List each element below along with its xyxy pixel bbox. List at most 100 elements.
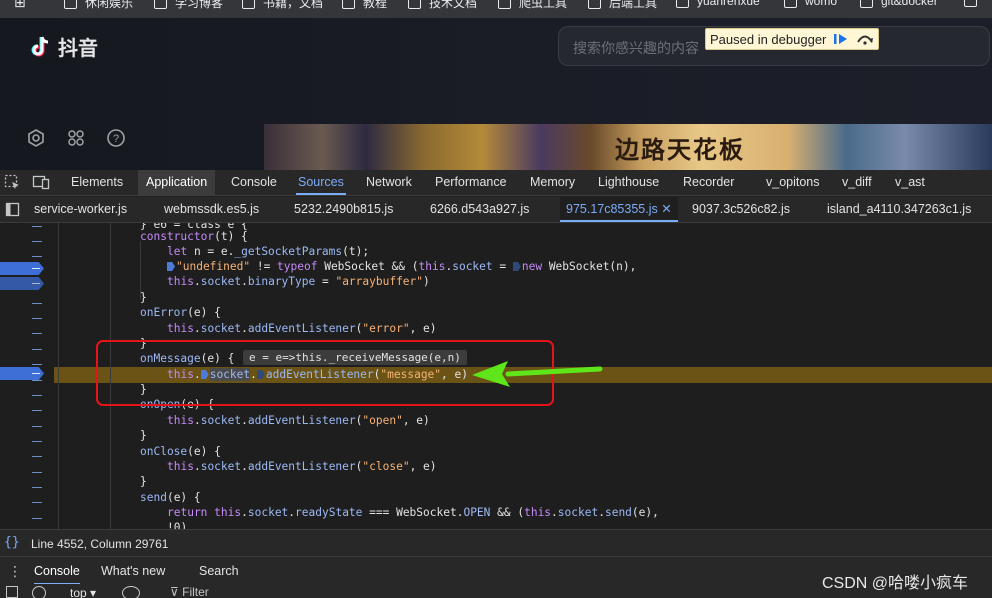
eye-icon[interactable] xyxy=(122,586,140,598)
bookmark-label: yuanrenxue xyxy=(697,0,760,8)
sidebar-toggle-icon[interactable] xyxy=(6,586,18,598)
bookmark-item[interactable]: git&docker xyxy=(860,0,938,8)
file-tab[interactable]: service-worker.js xyxy=(34,197,127,222)
code-line: this.socket.addEventListener("open", e) xyxy=(167,414,430,427)
breakable-line-marker[interactable] xyxy=(32,380,42,381)
file-tab[interactable]: 6266.d543a927.js xyxy=(430,197,529,222)
tab-console[interactable]: Console xyxy=(229,170,279,195)
bookmark-label: womo xyxy=(805,0,838,8)
step-over-icon[interactable] xyxy=(856,31,874,47)
code-line: let n = e._getSocketParams(t); xyxy=(167,245,370,258)
tab-v-opitons[interactable]: v_opitons xyxy=(764,170,822,195)
drawer-tab-console[interactable]: Console xyxy=(34,557,80,585)
code-line: } xyxy=(140,291,147,304)
filter-placeholder: Filter xyxy=(182,585,209,598)
code-editor[interactable]: } e6 = class e { constructor(t) { let n … xyxy=(0,223,992,529)
breakable-line-marker[interactable] xyxy=(32,456,42,457)
folder-icon xyxy=(784,0,797,8)
breakable-line-marker[interactable] xyxy=(32,226,42,227)
breakable-line-marker[interactable] xyxy=(32,441,42,442)
tab-v-diff[interactable]: v_diff xyxy=(840,170,874,195)
breakable-line-marker[interactable] xyxy=(32,487,42,488)
breakable-line-marker[interactable] xyxy=(32,518,42,519)
tab-lighthouse[interactable]: Lighthouse xyxy=(596,170,661,195)
apps-icon[interactable]: ⊞ xyxy=(14,0,26,11)
close-tab-icon[interactable]: ✕ xyxy=(661,202,671,216)
more-options-icon[interactable]: ⋮ xyxy=(8,563,22,580)
douyin-logo[interactable]: 抖音 xyxy=(30,32,98,61)
tab-sources[interactable]: Sources xyxy=(296,170,346,195)
breakpoint-marker[interactable] xyxy=(0,367,44,380)
bookmark-item[interactable]: 后端工具 xyxy=(588,0,657,11)
toggle-navigator-icon[interactable] xyxy=(5,202,21,222)
breakable-line-marker[interactable] xyxy=(32,472,42,473)
banner-title: 边路天花板 xyxy=(615,135,745,164)
tab-recorder[interactable]: Recorder xyxy=(681,170,736,195)
file-tab[interactable]: webmssdk.es5.js xyxy=(164,197,259,222)
bookmark-item[interactable]: yuanrenxue xyxy=(676,0,760,8)
file-tab-active[interactable]: 975.17c85355.js ✕ xyxy=(560,197,678,222)
svg-text:?: ? xyxy=(113,133,119,145)
file-tab[interactable]: island_a4110.347263c1.js xyxy=(827,197,971,222)
csdn-watermark: CSDN @哈喽小疯车 xyxy=(822,575,969,592)
context-selector[interactable]: top ▾ xyxy=(70,586,96,598)
breakable-line-marker[interactable] xyxy=(32,364,42,365)
bookmark-label: 爬虫工具 xyxy=(519,0,568,10)
hexagon-settings-icon[interactable] xyxy=(26,128,46,148)
tab-application[interactable]: Application xyxy=(138,170,216,195)
inspect-element-icon[interactable] xyxy=(4,174,20,195)
breakable-line-marker[interactable] xyxy=(32,256,42,257)
code-line: } xyxy=(140,429,147,442)
bookmark-item[interactable]: womo xyxy=(784,0,837,8)
breakable-line-marker[interactable] xyxy=(32,333,42,334)
tiktok-note-icon xyxy=(31,36,49,56)
breakable-line-marker[interactable] xyxy=(32,426,42,427)
breakable-line-marker[interactable] xyxy=(32,318,42,319)
drawer-tab-search[interactable]: Search xyxy=(199,557,239,585)
folder-icon xyxy=(408,0,421,9)
clear-console-icon[interactable] xyxy=(32,586,46,598)
bookmark-item[interactable]: 休闲娱乐 xyxy=(64,0,133,11)
folder-icon xyxy=(676,0,689,8)
folder-icon xyxy=(242,0,255,9)
code-line: return this.socket.readyState === WebSoc… xyxy=(167,506,659,519)
code-line: this.socket.addEventListener("error", e) xyxy=(167,322,437,335)
code-line: this.socket.binaryType = "arraybuffer") xyxy=(167,275,430,288)
tab-network[interactable]: Network xyxy=(364,170,414,195)
bookmark-item[interactable]: 爬虫工具 xyxy=(498,0,567,11)
breakable-line-marker[interactable] xyxy=(32,303,42,304)
file-tab[interactable]: 9037.3c526c82.js xyxy=(692,197,790,222)
code-line: onClose(e) { xyxy=(140,445,221,458)
tab-memory[interactable]: Memory xyxy=(528,170,577,195)
resume-icon[interactable] xyxy=(832,31,850,47)
breakpoint-marker[interactable] xyxy=(0,262,44,275)
tab-performance[interactable]: Performance xyxy=(433,170,509,195)
bookmark-item[interactable] xyxy=(964,0,977,7)
breakable-line-marker[interactable] xyxy=(32,395,42,396)
tab-v-ast[interactable]: v_ast xyxy=(893,170,927,195)
code-line: } xyxy=(140,475,147,488)
breakable-line-marker[interactable] xyxy=(32,241,42,242)
breakable-line-marker[interactable] xyxy=(32,410,42,411)
folder-icon xyxy=(342,0,355,9)
breakable-line-marker[interactable] xyxy=(32,349,42,350)
breakpoint-marker[interactable] xyxy=(0,277,44,290)
file-tab[interactable]: 5232.2490b815.js xyxy=(294,197,393,222)
bookmark-item[interactable]: 技术文档 xyxy=(408,0,477,11)
drawer-tab-whats-new[interactable]: What's new xyxy=(101,557,165,585)
logo-text: 抖音 xyxy=(58,38,98,60)
editor-status-bar: {} Line 4552, Column 29761 xyxy=(0,529,992,556)
breakable-line-marker[interactable] xyxy=(32,502,42,503)
device-toolbar-icon[interactable] xyxy=(32,174,50,195)
bookmark-item[interactable]: 教程 xyxy=(342,0,387,11)
filter-input[interactable]: ⊽ Filter xyxy=(170,585,209,598)
tab-elements[interactable]: Elements xyxy=(69,170,125,195)
pretty-print-icon[interactable]: {} xyxy=(4,535,20,550)
line-gutter[interactable] xyxy=(0,223,52,529)
grid-icon[interactable] xyxy=(66,128,86,148)
source-file-tabs: service-worker.js webmssdk.es5.js 5232.2… xyxy=(0,197,992,223)
bookmark-label: 后端工具 xyxy=(609,0,658,10)
bookmark-item[interactable]: 学习博客 xyxy=(154,0,223,11)
bookmark-item[interactable]: 书籍，文档 xyxy=(242,0,323,11)
help-icon[interactable]: ? xyxy=(106,128,126,148)
